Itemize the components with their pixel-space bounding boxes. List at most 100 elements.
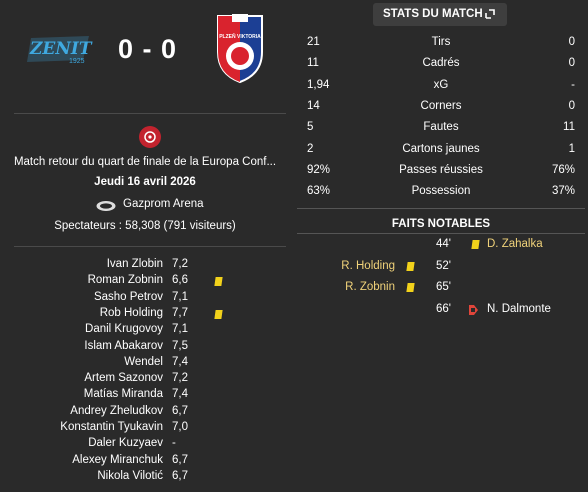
player-name[interactable]: Islam Abakarov xyxy=(84,340,163,352)
player-rating: 7,4 xyxy=(172,355,188,368)
stat-label: xG xyxy=(433,78,449,91)
stat-label: Tirs xyxy=(431,36,451,48)
player-name[interactable]: Roman Zobnin xyxy=(88,274,163,286)
divider xyxy=(297,233,585,234)
stat-row: 1,94 xG - xyxy=(297,75,585,96)
player-row[interactable]: Konstantin Tyukavin 7,0 xyxy=(0,421,290,438)
stat-label: Possession xyxy=(411,185,471,198)
event-minute: 66' xyxy=(436,302,451,315)
event-minute: 65' xyxy=(436,281,451,293)
player-rating: 7,1 xyxy=(172,290,188,303)
player-row[interactable]: Rob Holding 7,7 xyxy=(0,307,290,324)
player-row[interactable]: Danil Krugovoy 7,1 xyxy=(0,323,290,340)
stat-away-value: 0 xyxy=(568,99,575,112)
yellow-card-icon xyxy=(471,240,480,249)
stat-row: 2 Cartons jaunes 1 xyxy=(297,139,585,160)
player-row[interactable]: Islam Abakarov 7,5 xyxy=(0,340,290,357)
player-name[interactable]: Daler Kuzyaev xyxy=(88,437,163,449)
player-name[interactable]: Artem Sazonov xyxy=(84,372,163,384)
home-team-logo[interactable]: ZENIT 1925 xyxy=(25,30,95,68)
highlight-event[interactable]: 52' R. Holding xyxy=(297,257,585,277)
player-row[interactable]: Andrey Zheludkov 6,7 xyxy=(0,405,290,422)
competition-logo xyxy=(138,125,162,149)
yellow-card-icon xyxy=(214,277,223,287)
stat-row: 11 Cadrés 0 xyxy=(297,53,585,74)
stat-row: 5 Fautes 11 xyxy=(297,117,585,138)
stat-away-value: 37% xyxy=(551,185,575,198)
stat-away-value: 76% xyxy=(551,163,575,176)
event-player-away[interactable]: D. Zahalka xyxy=(487,238,543,250)
player-rating: 6,7 xyxy=(172,453,188,466)
stadium-name: Gazprom Arena xyxy=(123,198,204,210)
player-rating: 7,1 xyxy=(172,323,188,336)
player-name[interactable]: Nikola Vilotić xyxy=(97,470,163,482)
player-row[interactable]: Sasho Petrov 7,1 xyxy=(0,291,290,308)
highlight-event[interactable]: 44' D. Zahalka xyxy=(297,235,585,255)
tab-label: STATS DU MATCH xyxy=(383,8,483,20)
player-name[interactable]: Matías Miranda xyxy=(84,388,163,400)
home-logo-text: ZENIT xyxy=(29,39,93,59)
player-rating: 7,7 xyxy=(172,306,188,319)
match-date: Jeudi 16 avril 2026 xyxy=(94,176,196,188)
stat-away-value: - xyxy=(571,78,575,91)
player-rating: 7,5 xyxy=(172,339,188,352)
yellow-card-icon xyxy=(406,283,415,292)
stat-label: Corners xyxy=(420,99,462,112)
stat-label: Cadrés xyxy=(422,57,460,70)
home-logo-year: 1925 xyxy=(69,58,85,65)
player-rating: 6,6 xyxy=(172,274,188,287)
stat-row: 92% Passes réussies 76% xyxy=(297,160,585,181)
expand-icon[interactable] xyxy=(485,9,495,19)
stat-row: 21 Tirs 0 xyxy=(297,32,585,53)
stadium-icon xyxy=(96,199,116,211)
stat-row: 14 Corners 0 xyxy=(297,96,585,117)
player-rating: 7,2 xyxy=(172,258,188,270)
yellow-card-icon xyxy=(214,309,223,319)
player-name[interactable]: Rob Holding xyxy=(100,307,163,319)
event-player-home[interactable]: R. Holding xyxy=(341,260,395,272)
event-player-away[interactable]: N. Dalmonte xyxy=(487,303,551,315)
player-row[interactable]: Daler Kuzyaev - xyxy=(0,437,290,454)
tab-match-stats[interactable]: STATS DU MATCH xyxy=(373,3,507,26)
player-row[interactable]: Nikola Vilotić 6,7 xyxy=(0,470,290,487)
highlight-event[interactable]: 66' N. Dalmonte xyxy=(297,300,585,320)
event-minute: 44' xyxy=(436,238,451,250)
player-rating: 7,0 xyxy=(172,421,188,433)
player-row[interactable]: Roman Zobnin 6,6 xyxy=(0,274,290,291)
competition-name[interactable]: Match retour du quart de finale de la Eu… xyxy=(0,156,290,168)
stat-row: 63% Possession 37% xyxy=(297,181,585,202)
event-player-home[interactable]: R. Zobnin xyxy=(345,281,395,293)
match-score: 0 - 0 xyxy=(118,34,178,64)
stat-away-value: 0 xyxy=(568,36,575,48)
player-name[interactable]: Konstantin Tyukavin xyxy=(60,421,163,433)
highlights-title: FAITS NOTABLES xyxy=(391,218,491,230)
player-row[interactable]: Alexey Miranchuk 6,7 xyxy=(0,454,290,471)
player-name[interactable]: Sasho Petrov xyxy=(94,291,163,303)
stat-away-value: 0 xyxy=(568,57,575,70)
yellow-card-icon xyxy=(406,261,415,271)
highlight-event[interactable]: 65' R. Zobnin xyxy=(297,278,585,298)
player-name[interactable]: Ivan Zlobin xyxy=(107,258,163,270)
player-row[interactable]: Artem Sazonov 7,2 xyxy=(0,372,290,389)
stat-label: Passes réussies xyxy=(399,163,483,176)
player-name[interactable]: Danil Krugovoy xyxy=(85,323,163,335)
divider xyxy=(297,208,585,209)
player-row[interactable]: Ivan Zlobin 7,2 xyxy=(0,258,290,275)
away-team-logo[interactable]: PLZEŇ VIKTORIA xyxy=(214,12,266,84)
divider xyxy=(14,246,286,247)
away-logo-text: PLZEŇ VIKTORIA xyxy=(219,32,261,40)
player-rating: 6,7 xyxy=(172,469,188,482)
player-name[interactable]: Andrey Zheludkov xyxy=(70,405,163,417)
stat-label: Fautes xyxy=(423,121,459,134)
stat-away-value: 11 xyxy=(563,121,575,134)
player-rating: 7,4 xyxy=(172,388,188,401)
player-row[interactable]: Matías Miranda 7,4 xyxy=(0,388,290,405)
player-rating: 6,7 xyxy=(172,404,188,417)
stat-away-value: 1 xyxy=(568,142,575,155)
stadium-row: Gazprom Arena xyxy=(96,198,206,214)
player-name[interactable]: Alexey Miranchuk xyxy=(72,454,163,466)
player-row[interactable]: Wendel 7,4 xyxy=(0,356,290,373)
divider xyxy=(14,113,286,114)
attendance: Spectateurs : 58,308 (791 visiteurs) xyxy=(54,220,236,232)
player-name[interactable]: Wendel xyxy=(124,356,163,368)
